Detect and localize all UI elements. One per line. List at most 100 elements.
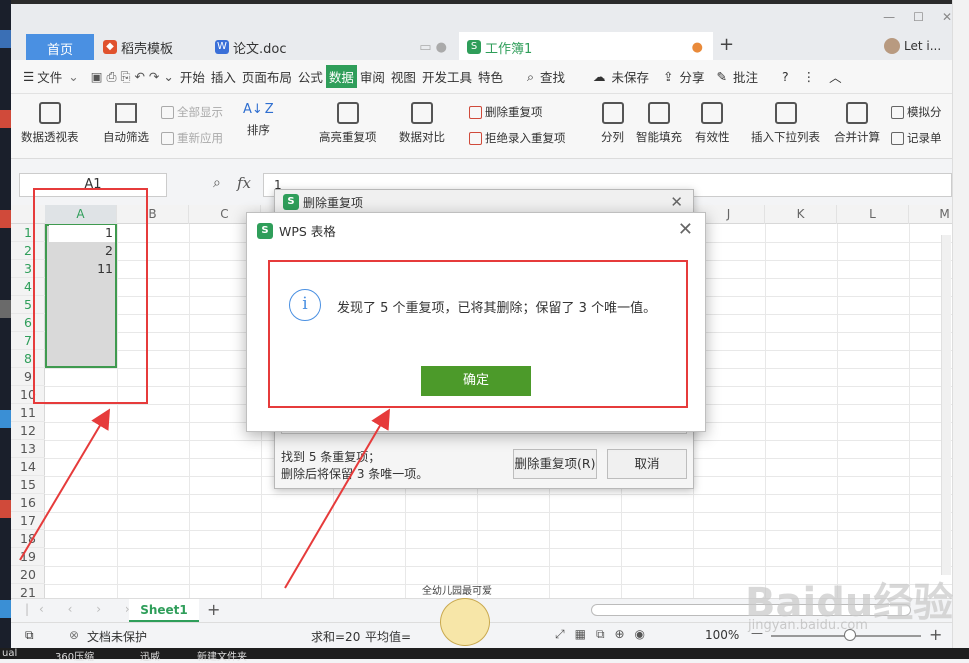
records-button[interactable]: 记录单 [891, 130, 942, 146]
fx-icon[interactable]: fx [237, 174, 251, 192]
menu-page-layout[interactable]: 页面布局 [239, 67, 295, 86]
column-header[interactable]: K [765, 205, 837, 224]
show-all-button[interactable]: 全部显示 [161, 104, 223, 120]
row-header[interactable]: 17 [11, 512, 45, 530]
sort-button[interactable]: A↓ Z 排序 [243, 102, 274, 138]
row-header[interactable]: 11 [11, 404, 45, 422]
vertical-scrollbar[interactable] [941, 235, 951, 575]
menu-home[interactable]: 开始 [177, 67, 208, 86]
column-header[interactable]: L [837, 205, 909, 224]
row-header[interactable]: 21 [11, 584, 45, 598]
pivot-table-button[interactable]: 数据透视表 [21, 102, 79, 145]
menu-comment[interactable]: 批注 [730, 67, 761, 86]
row-header[interactable]: 12 [11, 422, 45, 440]
menu-insert[interactable]: 插入 [208, 67, 239, 86]
reject-duplicates-button[interactable]: 拒绝录入重复项 [469, 130, 566, 146]
zoom-formula-icon[interactable]: ⌕ [213, 175, 221, 191]
taskbar-item[interactable]: 360压缩 [55, 648, 94, 663]
tab-template-label: 稻壳模板 [121, 41, 174, 57]
reapply-label: 重新应用 [177, 131, 223, 145]
menu-special[interactable]: 特色 [475, 67, 506, 86]
maximize-icon[interactable]: ☐ [913, 10, 924, 24]
data-compare-icon [411, 102, 433, 124]
desktop-icon[interactable] [0, 410, 11, 428]
autofilter-button[interactable]: 自动筛选 [103, 102, 149, 145]
desktop-icon[interactable] [0, 110, 11, 128]
collapse-ribbon-icon[interactable]: ︿ [826, 67, 845, 86]
taskbar-item[interactable]: ual [2, 648, 17, 659]
split-column-icon [601, 102, 624, 124]
column-header[interactable]: M [909, 205, 952, 224]
taskbar-item[interactable]: 新建文件夹 [197, 648, 247, 663]
help-icon[interactable]: ? [779, 69, 792, 84]
delete-duplicates-confirm-button[interactable]: 删除重复项(R) [513, 449, 597, 479]
smart-fill-button[interactable]: 智能填充 [636, 102, 682, 145]
view-mode-icons[interactable]: ⤢▦⧉⊕◉ [555, 627, 655, 642]
desktop-icon[interactable] [0, 600, 11, 618]
menu-search[interactable]: 查找 [537, 67, 568, 86]
tab-template[interactable]: ◆ 稻壳模板 [95, 32, 205, 62]
simulate-label: 模拟分 [907, 105, 942, 119]
user-name[interactable]: Let i... [904, 39, 941, 53]
row-header[interactable]: 15 [11, 476, 45, 494]
layout-icon[interactable]: ⧉ [25, 628, 34, 643]
word-doc-icon: W [215, 40, 229, 54]
menu-developer[interactable]: 开发工具 [419, 67, 475, 86]
simulate-button[interactable]: 模拟分 [891, 104, 942, 120]
data-compare-button[interactable]: 数据对比 [399, 102, 445, 145]
reapply-icon [161, 131, 174, 145]
tab-document[interactable]: W 论文.doc ▭ ● [207, 32, 457, 62]
split-column-button[interactable]: 分列 [601, 102, 624, 145]
add-sheet-button[interactable]: + [207, 600, 220, 619]
row-header[interactable]: 13 [11, 440, 45, 458]
autofilter-label: 自动筛选 [103, 130, 149, 144]
close-icon[interactable]: ✕ [670, 193, 683, 211]
validity-button[interactable]: 有效性 [695, 102, 730, 145]
hamburger-icon[interactable]: ☰ [23, 69, 34, 84]
row-header[interactable]: 20 [11, 566, 45, 584]
menu-data[interactable]: 数据 [325, 65, 357, 88]
row-header[interactable]: 14 [11, 458, 45, 476]
doc-protect-status[interactable]: 文档未保护 [87, 628, 147, 645]
delete-duplicates-label: 删除重复项 [485, 105, 543, 119]
search-icon[interactable]: ⌕ [524, 69, 537, 85]
tab-workbook-label: 工作簿1 [485, 41, 533, 57]
close-window-icon[interactable]: ✕ [942, 10, 952, 24]
sheet-tab-sheet1[interactable]: Sheet1 [129, 599, 199, 622]
row-header[interactable]: 16 [11, 494, 45, 512]
new-tab-button[interactable]: + [719, 34, 734, 55]
taskbar: ual 360压缩 迅威 新建文件夹 [0, 648, 969, 663]
taskbar-item[interactable]: 迅威 [140, 648, 160, 663]
close-icon[interactable]: ✕ [678, 219, 693, 240]
avatar[interactable] [884, 38, 900, 54]
wps-spreadsheet-icon: S [283, 194, 299, 210]
row-header[interactable]: 19 [11, 548, 45, 566]
quick-access-icons[interactable]: ▣ ⎙ ⎘ ↶ ↷ ⌄ [88, 69, 177, 85]
desktop-icon[interactable] [0, 300, 11, 318]
highlight-duplicates-button[interactable]: 高亮重复项 [319, 102, 377, 145]
menu-unsaved[interactable]: 未保存 [609, 67, 653, 86]
tab-close-icon[interactable]: ▭ ● [419, 40, 447, 55]
menu-file[interactable]: 文件 [34, 67, 65, 86]
tab-workbook[interactable]: S 工作簿1 ● [459, 32, 713, 62]
more-icon[interactable]: ⋮ [800, 69, 819, 84]
desktop-icon[interactable] [0, 210, 11, 228]
desktop-icon[interactable] [0, 500, 11, 518]
tab-home[interactable]: 首页 [26, 34, 94, 62]
delete-duplicates-button[interactable]: 删除重复项 [469, 104, 543, 120]
cancel-button[interactable]: 取消 [607, 449, 687, 479]
row-header[interactable]: 18 [11, 530, 45, 548]
sum-readout: 求和=20 [311, 630, 361, 644]
menu-review[interactable]: 审阅 [357, 67, 388, 86]
desktop-icon[interactable] [0, 30, 11, 48]
menu-share[interactable]: 分享 [677, 67, 708, 86]
dialog-title: WPS 表格 [279, 224, 336, 239]
minimize-icon[interactable]: — [883, 10, 895, 24]
zoom-level[interactable]: 100% [705, 628, 739, 642]
menu-view[interactable]: 视图 [388, 67, 419, 86]
reapply-button[interactable]: 重新应用 [161, 130, 223, 146]
insert-dropdown-button[interactable]: 插入下拉列表 [751, 102, 820, 145]
menu-formula[interactable]: 公式 [295, 67, 326, 86]
consolidate-button[interactable]: 合并计算 [834, 102, 880, 145]
chevron-down-icon[interactable]: ⌄ [65, 69, 81, 84]
